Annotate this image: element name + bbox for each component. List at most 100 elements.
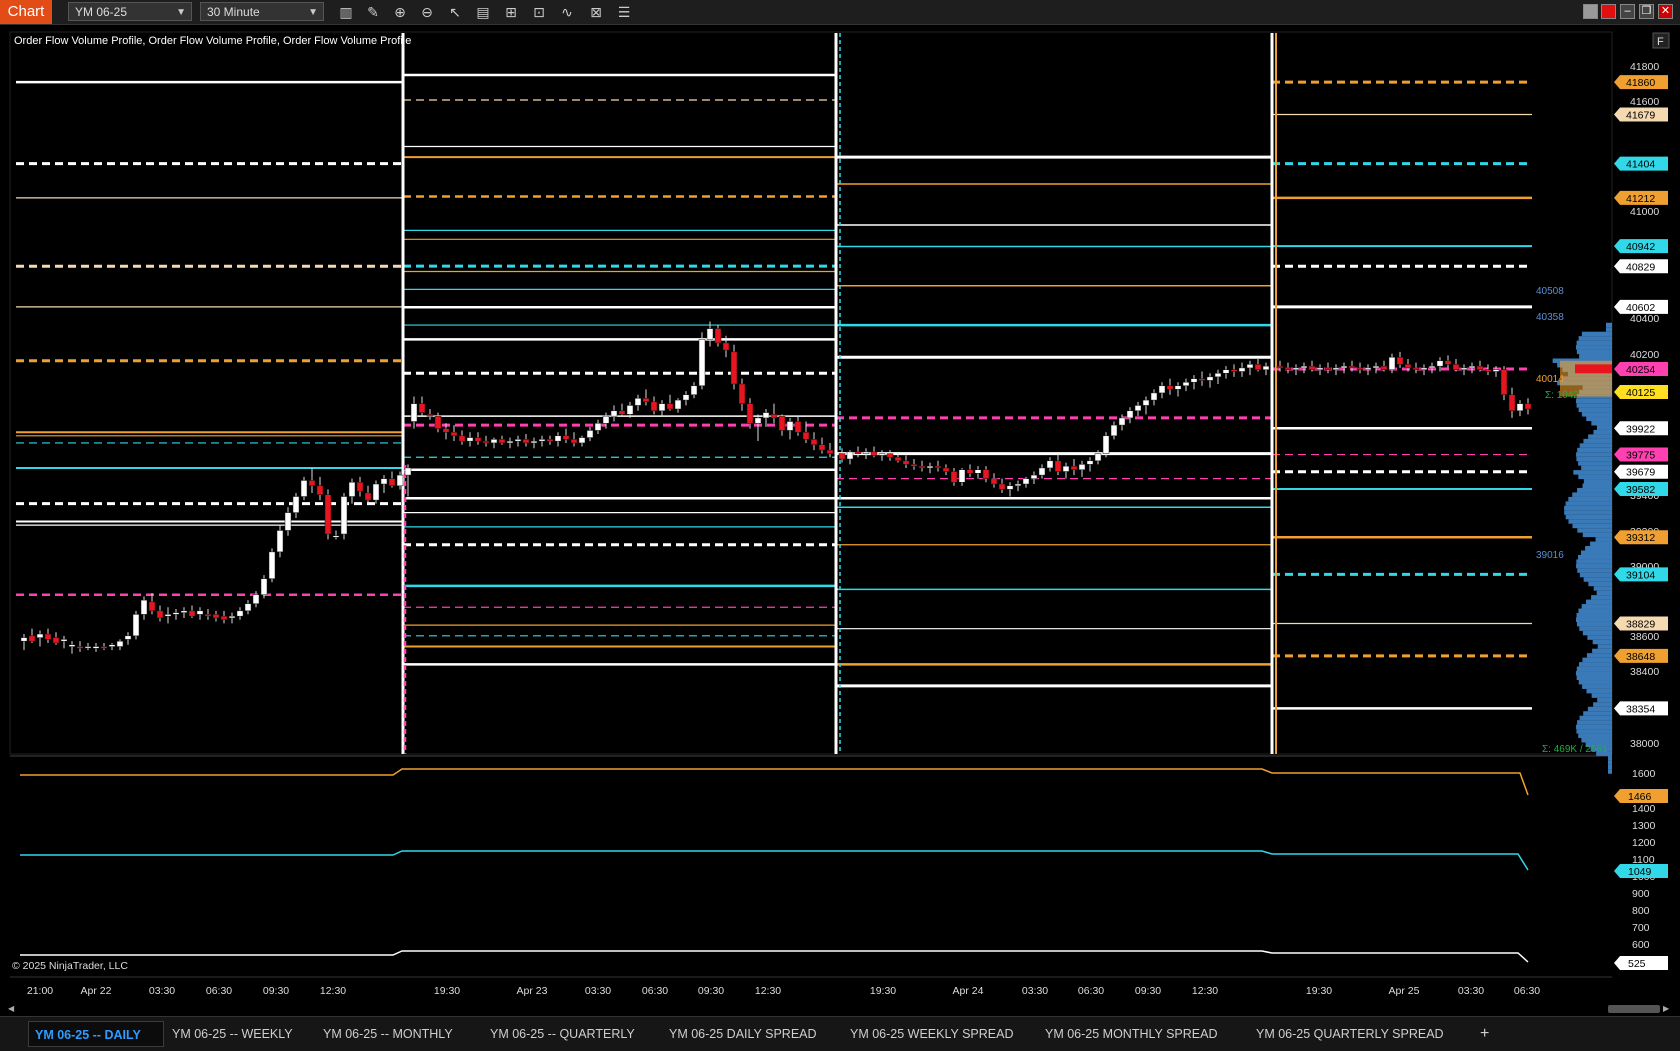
candle-body: [1380, 365, 1388, 370]
candle-body: [236, 610, 244, 617]
profile-bar: [1606, 327, 1612, 332]
window-red-button[interactable]: [1601, 4, 1616, 19]
profile-bar: [1608, 755, 1612, 761]
profile-bar: [1576, 398, 1612, 404]
profile-bar: [1573, 470, 1612, 475]
indicators-icon[interactable]: ∿: [558, 3, 576, 21]
profile-bar: [1597, 644, 1612, 649]
price-marker: 39582: [1614, 482, 1668, 497]
candle-body: [100, 646, 108, 649]
time-axis-label: 06:30: [1514, 985, 1540, 997]
tab-monthly[interactable]: YM 06-25 -- MONTHLY: [317, 1021, 477, 1047]
candle-body: [372, 483, 380, 501]
candle-body: [396, 474, 404, 487]
scroll-thumb[interactable]: [1608, 1005, 1660, 1013]
profile-bar: [1578, 336, 1612, 341]
candle-body: [1300, 365, 1308, 369]
add-tab-button[interactable]: +: [1474, 1021, 1498, 1047]
candle-body: [1308, 365, 1316, 370]
price-marker-label: 40254: [1626, 364, 1655, 376]
lower-axis-label: 600: [1632, 939, 1650, 951]
candle-body: [1142, 399, 1150, 406]
tab-daily-spread[interactable]: YM 06-25 DAILY SPREAD: [663, 1021, 833, 1047]
close-icon[interactable]: ✕: [1658, 4, 1673, 19]
profile-bar: [1576, 612, 1612, 618]
draw-tool-icon[interactable]: ✎: [364, 3, 382, 21]
instrument-value: YM 06-25: [75, 5, 128, 19]
candle-body: [594, 423, 602, 431]
price-marker-label: 41679: [1626, 109, 1655, 121]
candle-body: [514, 439, 522, 442]
candle-body: [1006, 485, 1014, 490]
candle-body: [650, 401, 658, 412]
horizontal-scrollbar[interactable]: ◀ ▶: [8, 1004, 1671, 1014]
candle-body: [1070, 465, 1078, 470]
candle-body: [490, 439, 498, 444]
tab-monthly-spread[interactable]: YM 06-25 MONTHLY SPREAD: [1039, 1021, 1239, 1047]
candle-body: [642, 398, 650, 403]
candle-body: [76, 646, 84, 649]
time-axis-label: Apr 22: [81, 985, 112, 997]
instrument-selector[interactable]: YM 06-25 ▼: [68, 2, 192, 21]
profile-text: Σ: 469K / 2561: [1542, 744, 1608, 755]
profile-bar: [1578, 733, 1612, 739]
profile-bar: [1591, 595, 1612, 600]
candle-body: [498, 439, 506, 444]
candle-body: [458, 435, 466, 442]
profile-bar: [1565, 501, 1612, 506]
lower-marker: 1049: [1614, 864, 1668, 878]
candle-body: [966, 469, 974, 474]
price-marker-label: 38829: [1626, 619, 1655, 631]
chart-area[interactable]: Order Flow Volume Profile, Order Flow Vo…: [0, 25, 1680, 1003]
zoom-out-icon[interactable]: ⊖: [418, 3, 436, 21]
minimize-icon[interactable]: –: [1620, 4, 1635, 19]
candle-body: [746, 403, 754, 424]
candle-body: [1022, 478, 1030, 485]
candle-body: [942, 467, 950, 472]
pointer-icon[interactable]: ↖: [446, 3, 464, 21]
profile-bar: [1588, 581, 1612, 587]
candle-body: [364, 492, 372, 501]
profile-bar: [1578, 474, 1612, 480]
time-axis-label: 09:30: [1135, 985, 1161, 997]
properties-icon[interactable]: ⊞: [502, 3, 520, 21]
zoom-in-icon[interactable]: ⊕: [391, 3, 409, 21]
app-badge[interactable]: Chart: [0, 0, 52, 24]
candle-body: [1284, 367, 1292, 370]
interval-selector[interactable]: 30 Minute ▼: [200, 2, 324, 21]
tab-quarterly-spread[interactable]: YM 06-25 QUARTERLY SPREAD: [1250, 1021, 1460, 1047]
candle-body: [862, 451, 870, 454]
strategies-icon[interactable]: ⊠: [587, 3, 605, 21]
profile-bar: [1577, 720, 1612, 725]
tab-quarterly[interactable]: YM 06-25 -- QUARTERLY: [484, 1021, 654, 1047]
time-axis-label: 09:30: [698, 985, 724, 997]
restore-icon[interactable]: ❐: [1639, 4, 1654, 19]
profile-bar: [1583, 438, 1612, 444]
templates-icon[interactable]: ⊡: [530, 3, 548, 21]
candle-body: [196, 610, 204, 615]
candle-body: [810, 439, 818, 445]
tab-weekly-spread[interactable]: YM 06-25 WEEKLY SPREAD: [844, 1021, 1024, 1047]
time-axis-label: 03:30: [585, 985, 611, 997]
price-axis-label: 40400: [1630, 313, 1659, 325]
window-gray-button[interactable]: [1583, 4, 1598, 19]
profile-bar: [1608, 760, 1612, 765]
data-box-icon[interactable]: ▤: [474, 3, 492, 21]
candle-body: [1094, 453, 1102, 462]
candle-body: [292, 496, 300, 513]
bar-type-icon[interactable]: ▥: [337, 3, 355, 21]
profile-bar: [1576, 724, 1612, 730]
candle-body: [1356, 367, 1364, 370]
candle-body: [714, 328, 722, 344]
tab-weekly[interactable]: YM 06-25 -- WEEKLY: [166, 1021, 306, 1047]
tab-daily[interactable]: YM 06-25 -- DAILY: [28, 1021, 164, 1047]
profile-bar: [1596, 425, 1612, 430]
candle-body: [340, 496, 348, 535]
candle-body: [316, 485, 324, 495]
scroll-left-icon[interactable]: ◀: [8, 1004, 16, 1014]
scroll-right-icon[interactable]: ▶: [1663, 1004, 1671, 1014]
candle-body: [116, 640, 124, 647]
list-icon[interactable]: ☰: [615, 3, 633, 21]
price-marker: 38648: [1614, 648, 1668, 663]
candle-body: [794, 421, 802, 433]
